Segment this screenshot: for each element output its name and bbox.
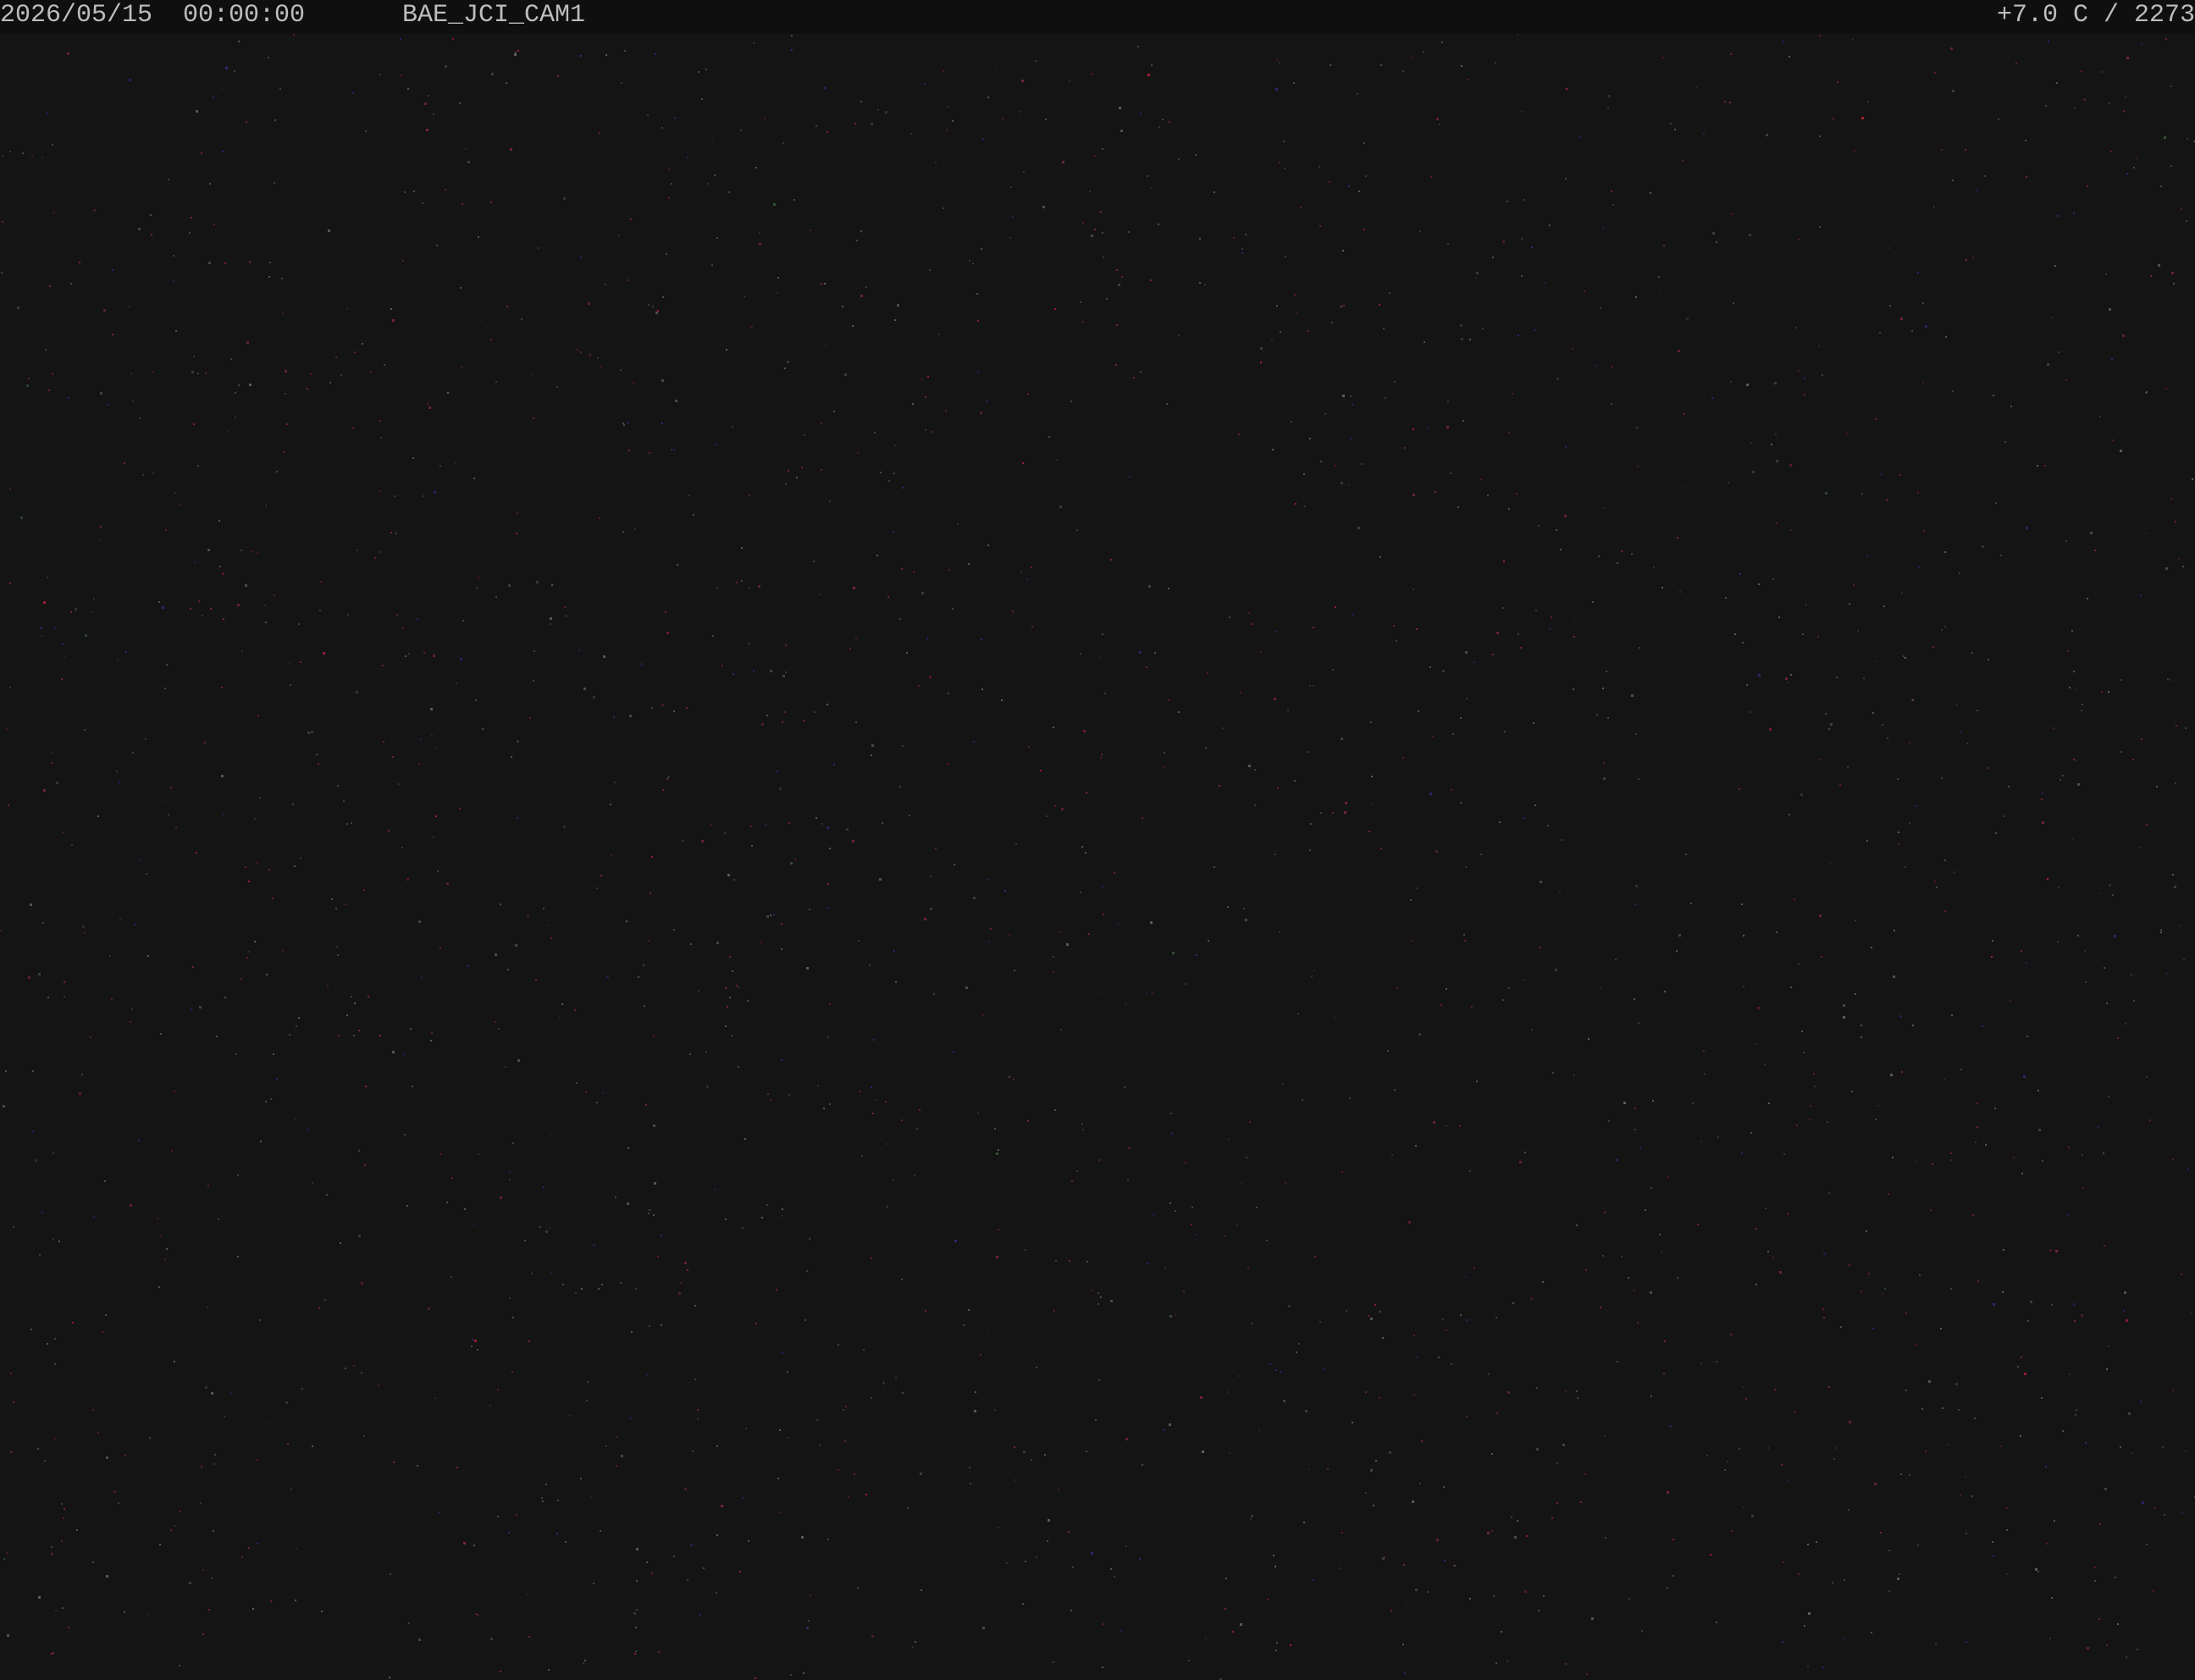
temperature-status-label: +7.0 C / 2273 [1996, 1, 2195, 30]
sensor-noise-image [0, 34, 2195, 1680]
camera-overlay-bar: 2026/05/15 00:00:00 BAE_JCI_CAM1 +7.0 C … [0, 0, 2195, 34]
camera-frame: 2026/05/15 00:00:00 BAE_JCI_CAM1 +7.0 C … [0, 0, 2195, 1680]
camera-id-label: BAE_JCI_CAM1 [402, 1, 586, 30]
timestamp-label: 2026/05/15 00:00:00 [0, 1, 306, 30]
